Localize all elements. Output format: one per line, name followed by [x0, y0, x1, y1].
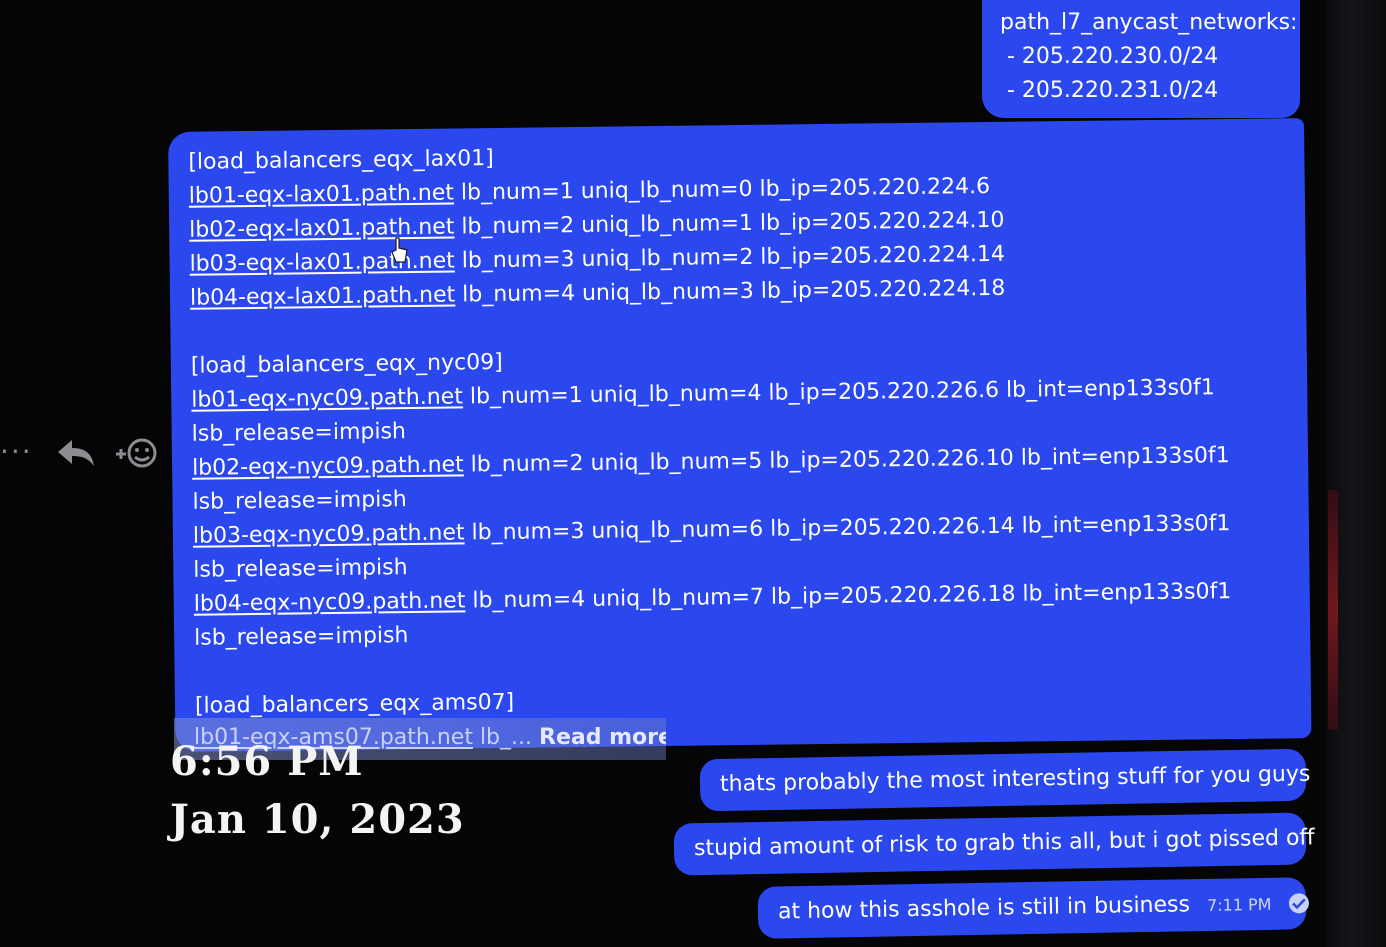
line-text: lsb_release=impish — [192, 487, 407, 515]
message-text: stupid amount of risk to grab this all, … — [693, 825, 1315, 862]
overlay-date: Jan 10, 2023 — [170, 796, 465, 843]
line-text: lsb_release=impish — [194, 623, 409, 651]
message-bubble: stupid amount of risk to grab this all, … — [673, 812, 1315, 876]
line-text: lb_num=3 uniq_lb_num=6 lb_ip=205.220.226… — [464, 511, 1231, 546]
hand-cursor-icon — [391, 237, 408, 263]
message-bubble: at how this asshole is still in business… — [757, 877, 1310, 939]
host-link[interactable]: lb02-eqx-nyc09.path.net — [192, 452, 464, 480]
host-link[interactable]: lb01-eqx-lax01.path.net — [189, 181, 454, 209]
message-bubble-networks: path_l7_anycast_networks: - 205.220.230.… — [982, 0, 1300, 118]
line-text: [load_balancers_eqx_nyc09] — [190, 349, 503, 379]
line-text: lsb_release=impish — [191, 419, 407, 447]
line-text: lb_num=2 uniq_lb_num=1 lb_ip=205.220.224… — [454, 207, 1005, 240]
host-link[interactable]: lb02-eqx-lax01.path.net — [189, 215, 454, 243]
message-line: path_l7_anycast_networks: — [1000, 10, 1298, 35]
message-line: - 205.220.230.0/24 — [1000, 44, 1219, 69]
line-text: lb_num=2 uniq_lb_num=5 lb_ip=205.220.226… — [463, 443, 1230, 478]
line-text: lb_num=1 uniq_lb_num=4 lb_ip=205.220.226… — [462, 375, 1215, 410]
line-text: lb_num=4 uniq_lb_num=7 lb_ip=205.220.226… — [465, 579, 1232, 614]
line-text: lsb_release=impish — [193, 555, 408, 583]
background-glare — [1328, 490, 1338, 730]
truncated-text: lb_... — [472, 725, 533, 750]
reply-icon[interactable] — [54, 436, 98, 470]
message-line: - 205.220.231.0/24 — [1000, 78, 1219, 103]
host-link[interactable]: lb01-eqx-nyc09.path.net — [191, 384, 463, 412]
message-time: 7:11 PM — [1206, 894, 1272, 915]
message-text: at how this asshole is still in business — [777, 892, 1191, 925]
overlay-time: 6:56 PM — [170, 738, 364, 785]
monitor-bezel — [1326, 0, 1386, 947]
read-more-button[interactable]: Read more — [539, 725, 666, 750]
line-text: lb_num=4 uniq_lb_num=3 lb_ip=205.220.224… — [455, 275, 1006, 308]
message-text: thats probably the most interesting stuf… — [719, 761, 1311, 797]
message-bubble-load-balancers: [load_balancers_eqx_lax01] lb01-eqx-lax01… — [168, 118, 1312, 752]
add-reaction-icon[interactable] — [112, 432, 158, 474]
line-text: lb_num=1 uniq_lb_num=0 lb_ip=205.220.224… — [453, 173, 991, 206]
message-actions: ··· — [0, 430, 170, 480]
host-link[interactable]: lb03-eqx-nyc09.path.net — [193, 520, 465, 548]
line-text: lb_num=3 uniq_lb_num=2 lb_ip=205.220.224… — [454, 241, 1006, 274]
message-bubble: thats probably the most interesting stuf… — [699, 748, 1311, 812]
host-link[interactable]: lb04-eqx-nyc09.path.net — [194, 588, 466, 616]
host-link[interactable]: lb04-eqx-lax01.path.net — [190, 283, 455, 311]
more-icon[interactable]: ··· — [0, 438, 33, 466]
read-check-icon — [1289, 893, 1310, 914]
line-text: [load_balancers_eqx_ams07] — [194, 689, 515, 719]
line-text: [load_balancers_eqx_lax01] — [188, 146, 494, 175]
host-link[interactable]: lb03-eqx-lax01.path.net — [189, 249, 454, 277]
chat-screen: path_l7_anycast_networks: - 205.220.230.… — [0, 0, 1386, 947]
